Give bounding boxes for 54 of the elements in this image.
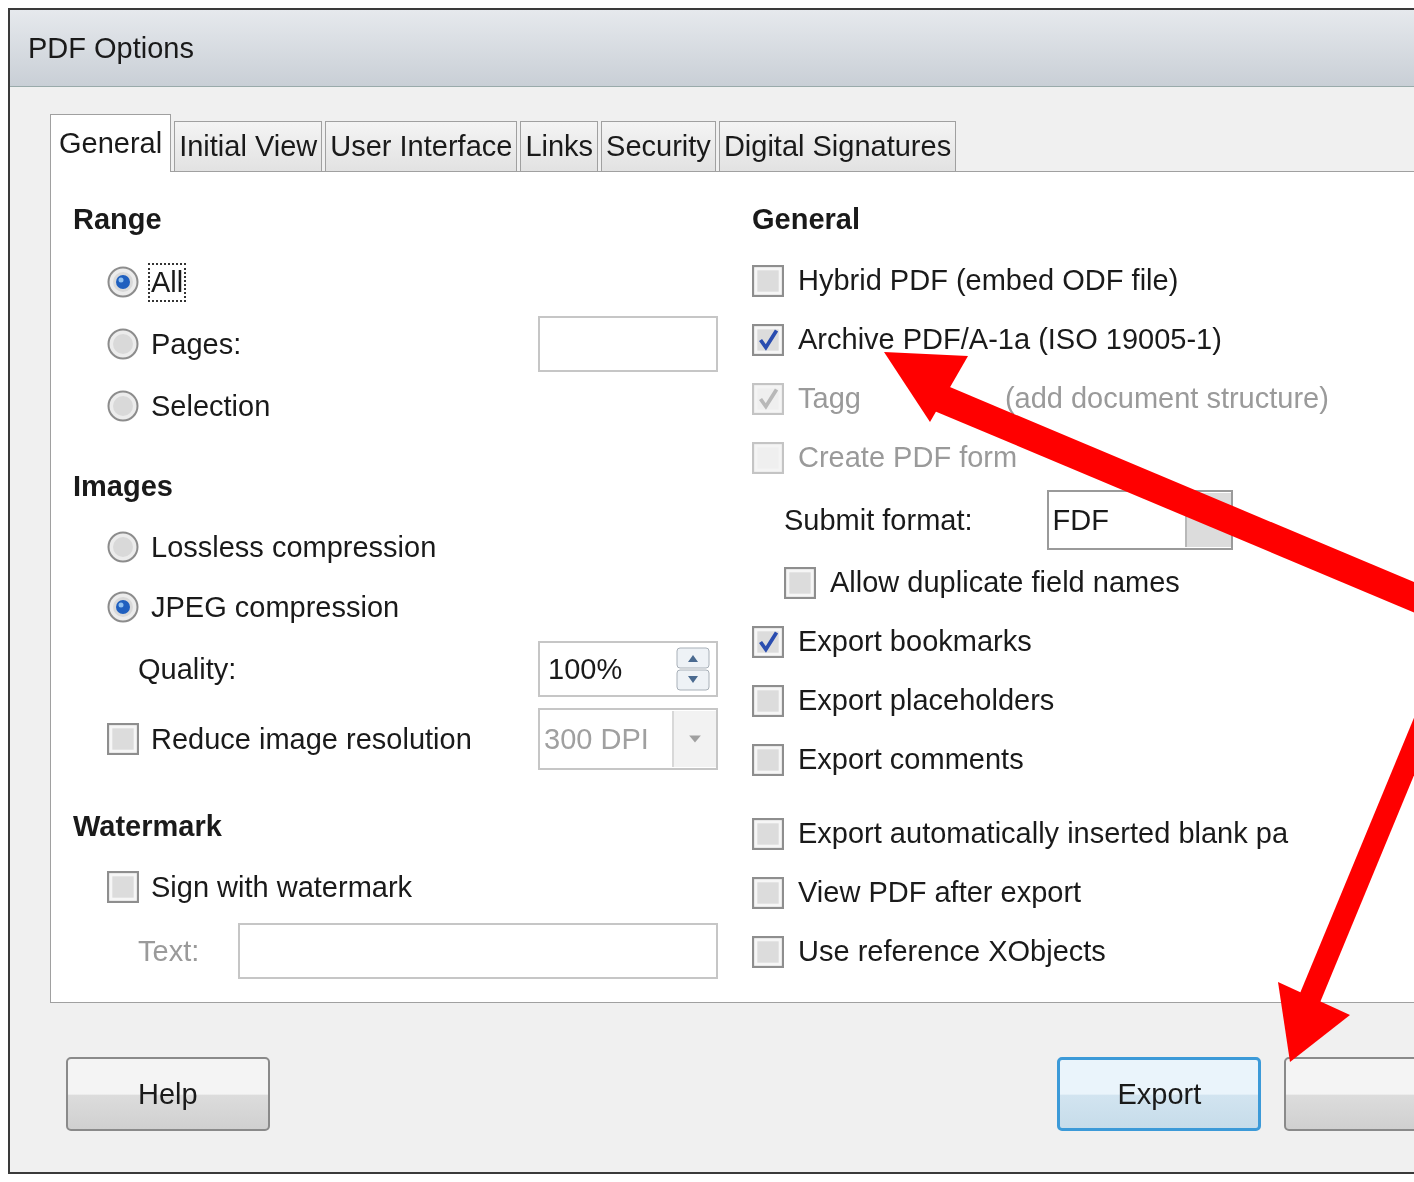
tab[interactable]: Links	[520, 121, 599, 171]
radio-button[interactable]	[107, 591, 139, 623]
tab[interactable]: User Interface	[325, 121, 518, 171]
checkbox-label: Create PDF form	[798, 441, 1018, 474]
tab[interactable]: Security	[601, 121, 716, 171]
section-heading: Images	[73, 469, 174, 504]
tab[interactable]: General	[50, 114, 172, 172]
radio-button[interactable]	[107, 328, 139, 360]
radio-label: Selection	[151, 389, 271, 423]
checkbox-label: (add document structure)	[1004, 382, 1329, 415]
field-label: Quality:	[138, 652, 237, 686]
radio-label: All	[151, 265, 184, 299]
checkbox-label: Tagg	[798, 382, 861, 415]
checkbox-label: Archive PDF/A-1a (ISO 19005-1)	[798, 323, 1222, 356]
checkbox[interactable]	[752, 625, 784, 658]
checkbox-label: Allow duplicate field names	[830, 566, 1180, 599]
radio-label: Lossless compression	[151, 530, 437, 564]
radio-button[interactable]	[107, 531, 139, 563]
radio-button[interactable]	[107, 390, 139, 422]
checkbox[interactable]	[752, 817, 784, 850]
pages-field[interactable]	[538, 316, 718, 372]
dialog-button[interactable]: Export	[1057, 1057, 1262, 1131]
dialog-button[interactable]: Help	[66, 1057, 270, 1131]
radio-label: Pages:	[151, 327, 242, 361]
checkbox-label: Use reference XObjects	[798, 935, 1106, 968]
checkbox[interactable]	[752, 743, 784, 776]
checkbox-label: View PDF after export	[798, 876, 1082, 909]
checkbox-label: Hybrid PDF (embed ODF file)	[798, 264, 1179, 297]
checkbox[interactable]	[107, 871, 139, 903]
section-heading: Range	[73, 201, 163, 237]
radio-button[interactable]	[107, 266, 139, 298]
window-title: PDF Options	[28, 31, 194, 65]
checkbox-label: Sign with watermark	[151, 870, 413, 904]
field-label: Submit format:	[784, 503, 973, 537]
checkbox-label: Export comments	[798, 743, 1024, 776]
section-heading: Watermark	[73, 809, 223, 844]
checkbox-label: Reduce image resolution	[151, 722, 472, 756]
tab[interactable]: Digital Signatures	[718, 121, 957, 171]
checkbox[interactable]	[752, 323, 784, 356]
checkbox-label: Export automatically inserted blank pa	[798, 817, 1289, 850]
checkbox[interactable]	[752, 684, 784, 717]
dropdown-arrow-icon	[688, 734, 702, 744]
radio-label: JPEG compression	[151, 590, 400, 624]
checkbox[interactable]	[752, 935, 784, 968]
field-label: Text:	[138, 934, 200, 968]
tab[interactable]: Initial View	[174, 121, 323, 171]
checkbox[interactable]	[752, 264, 784, 297]
quality-spinbox[interactable]: 100%	[538, 641, 718, 697]
checkbox-label: Export bookmarks	[798, 625, 1032, 658]
spin-arrows-icon[interactable]	[676, 647, 710, 691]
watermark-text-field[interactable]	[238, 923, 718, 979]
checkbox-label: Export placeholders	[798, 684, 1055, 717]
section-heading: General	[752, 201, 861, 237]
checkbox[interactable]	[752, 876, 784, 909]
